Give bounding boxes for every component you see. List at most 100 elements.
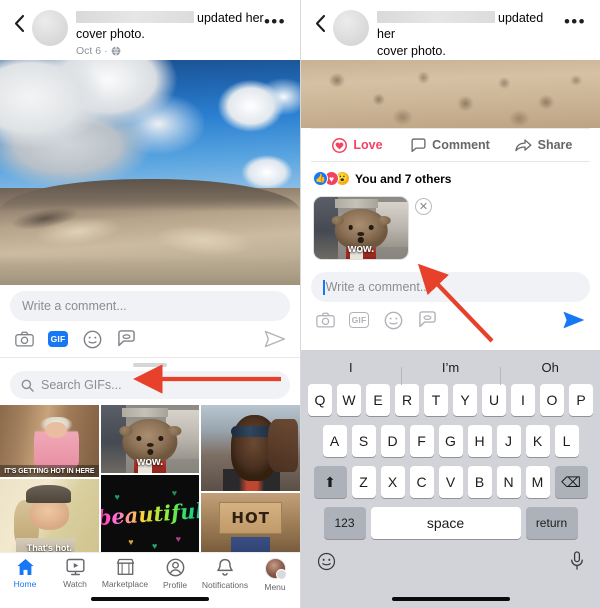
share-button[interactable]: Share [497,138,590,153]
bear-nose [357,231,365,236]
key-z[interactable]: Z [351,466,376,498]
love-button[interactable]: Love [311,137,404,153]
key-r[interactable]: R [395,384,419,416]
selected-gif-preview: wow. ✕ [301,192,600,266]
cover-photo-cropped[interactable] [301,60,600,128]
space-key[interactable]: space [370,507,521,539]
gif-tile[interactable]: beautiful ♥ ♥ ♥ ♥ ♥ ♥ [100,475,200,559]
more-options-button[interactable]: ••• [264,8,290,32]
more-options-button[interactable]: ••• [564,8,590,32]
dictation-button[interactable] [570,551,584,576]
key-d[interactable]: D [380,425,405,457]
key-o[interactable]: O [540,384,564,416]
key-q[interactable]: Q [308,384,332,416]
nav-item-marketplace[interactable]: Marketplace [100,558,150,589]
gif-column-3: HOT [201,405,300,559]
key-y[interactable]: Y [453,384,477,416]
heart-icon: ♥ [171,488,178,499]
key-x[interactable]: X [380,466,405,498]
backspace-key[interactable]: ⌫ [554,466,588,498]
nav-item-profile[interactable]: Profile [150,558,200,590]
redacted-name [377,11,495,23]
key-i[interactable]: I [511,384,535,416]
send-button[interactable] [264,330,286,348]
avatar[interactable] [333,10,369,46]
key-a[interactable]: A [322,425,347,457]
key-k[interactable]: K [525,425,550,457]
composer-icon-bar: GIF [10,321,290,357]
key-n[interactable]: N [496,466,521,498]
comment-input[interactable]: Write a comment... [311,272,590,302]
camera-icon [315,312,335,328]
send-icon [563,311,585,329]
key-w[interactable]: W [337,384,361,416]
key-s[interactable]: S [351,425,376,457]
comment-button[interactable]: Comment [404,137,497,153]
gif-picker-sheet: Search GIFs... IT'S GETTING HOT IN HERE [0,357,300,559]
home-indicator [391,597,510,601]
key-t[interactable]: T [424,384,448,416]
emoji-keyboard-button[interactable] [317,552,336,576]
key-b[interactable]: B [467,466,492,498]
key-m[interactable]: M [525,466,550,498]
key-p[interactable]: P [569,384,593,416]
key-h[interactable]: H [467,425,492,457]
video-icon [65,558,85,576]
key-j[interactable]: J [496,425,521,457]
gif-badge-inactive: GIF [349,312,369,328]
sheet-drag-handle[interactable] [133,363,167,367]
nav-item-menu[interactable]: Menu [250,558,300,592]
gif-badge-active: GIF [48,331,68,347]
cover-photo[interactable] [0,60,300,285]
sticker-button[interactable] [417,310,437,330]
keyboard-row-3: ⬆ Z X C V B N M ⌫ [301,466,600,498]
back-button[interactable] [309,8,331,33]
gif-tile[interactable]: wow. [100,405,200,473]
nav-item-home[interactable]: Home [0,558,50,589]
sticker-button[interactable] [116,329,136,349]
key-g[interactable]: G [438,425,463,457]
gif-tile[interactable]: That's hot. [0,479,99,559]
gif-tile[interactable]: HOT [201,493,300,559]
bear-mouth [146,449,154,455]
key-f[interactable]: F [409,425,434,457]
comment-placeholder: Write a comment... [22,299,127,313]
key-u[interactable]: U [482,384,506,416]
prediction-item[interactable]: I’m [400,360,501,385]
back-button[interactable] [8,8,30,33]
numeric-key[interactable]: 123 [323,507,366,539]
reaction-summary[interactable]: 👍 ♥ 😮 You and 7 others [301,162,600,192]
key-l[interactable]: L [554,425,579,457]
gif-button[interactable]: GIF [349,310,369,330]
gif-sign-board: HOT [219,502,283,534]
nav-label: Watch [63,579,87,589]
cloud-secondary [210,69,300,146]
gif-tile[interactable]: IT'S GETTING HOT IN HERE [0,405,99,477]
gif-thumbnail[interactable]: wow. [313,196,409,260]
emoji-button[interactable] [383,310,403,330]
return-key[interactable]: return [525,507,578,539]
key-e[interactable]: E [366,384,390,416]
send-button[interactable] [562,310,586,330]
key-c[interactable]: C [409,466,434,498]
post-meta: Oct 6 · [76,45,264,59]
remove-gif-button[interactable]: ✕ [415,198,432,215]
composer-icon-bar: GIF [311,302,590,338]
camera-button[interactable] [14,329,34,349]
emoji-button[interactable] [82,329,102,349]
gif-button[interactable]: GIF [48,329,68,349]
nav-item-notifications[interactable]: Notifications [200,558,250,590]
avatar[interactable] [32,10,68,46]
heart-icon [332,137,348,153]
prediction-item[interactable]: I [301,360,401,375]
gif-arm [268,418,299,473]
right-composer: Write a comment... GIF [301,266,600,338]
prediction-item[interactable]: Oh [500,360,600,385]
gif-search-input[interactable]: Search GIFs... [10,371,290,399]
gif-tile[interactable] [201,405,300,491]
shift-key[interactable]: ⬆ [313,466,347,498]
camera-button[interactable] [315,310,335,330]
nav-item-watch[interactable]: Watch [50,558,100,589]
key-v[interactable]: V [438,466,463,498]
comment-input[interactable]: Write a comment... [10,291,290,321]
